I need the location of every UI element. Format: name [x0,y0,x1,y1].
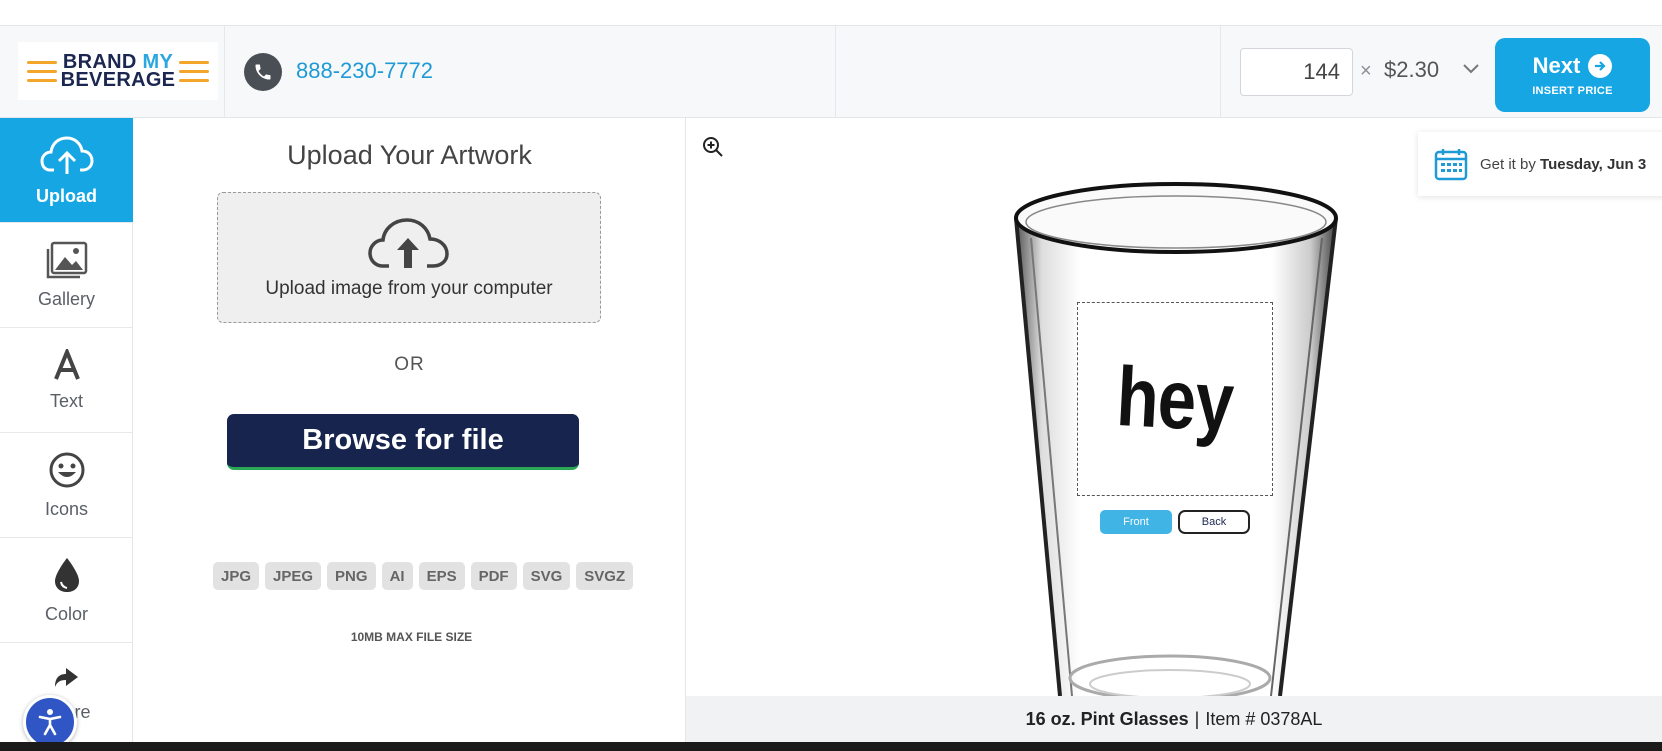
header-divider [835,26,836,118]
smiley-icon [49,452,84,487]
header-divider [1220,26,1221,118]
logo-text: BRAND MY BEVERAGE [60,51,176,91]
front-side-button[interactable]: Front [1100,510,1172,534]
arrow-right-icon [1588,54,1613,78]
file-format-badge: SVG [522,562,571,590]
sidebar-item-text[interactable]: Text [0,328,133,433]
cloud-upload-icon [368,217,449,268]
file-format-badge: PDF [470,562,517,590]
delivery-prefix: Get it by [1480,155,1536,173]
file-format-badge: SVGZ [576,562,634,590]
upload-drop-zone[interactable]: Upload image from your computer [217,192,601,323]
print-text[interactable]: hey [1114,348,1236,451]
cloud-upload-icon [39,135,94,174]
phone-icon[interactable] [244,53,282,91]
share-icon [54,668,78,687]
accessibility-icon[interactable] [23,695,77,742]
phone-number-link[interactable]: 888-230-7772 [296,58,433,84]
sidebar-item-label: Text [49,390,83,411]
logo-bars-right [179,60,210,82]
next-label: Next [1532,53,1581,78]
product-preview: Get it by Tuesday, Jun 3 hey Front Back … [686,118,1662,742]
unit-price: $2.30 [1384,57,1440,82]
upload-panel: Upload Your Artwork Upload image from yo… [133,118,686,742]
sidebar-item-label: Gallery [37,288,95,309]
designer-app: BRAND MY BEVERAGE 888-230-7772 × $2.30 N… [0,26,1662,742]
file-format-badge: PNG [327,562,376,590]
sidebar-item-gallery[interactable]: Gallery [0,223,133,328]
quantity-input[interactable] [1240,48,1353,96]
logo-bars-left [26,60,57,82]
delivery-estimate: Get it by Tuesday, Jun 3 [1418,132,1662,196]
next-sublabel: INSERT PRICE [1532,85,1613,97]
header: BRAND MY BEVERAGE 888-230-7772 × $2.30 N… [0,26,1662,118]
zoom-in-icon[interactable] [696,130,730,164]
file-format-badge: AI [381,562,413,590]
sidebar-item-label: Upload [36,185,97,206]
calendar-icon [1434,149,1468,181]
multiply-sign: × [1360,60,1372,82]
max-file-size: 10MB MAX FILE SIZE [350,630,473,644]
header-divider [224,26,225,118]
sidebar-item-upload[interactable]: Upload [0,118,133,223]
chevron-down-icon[interactable] [1458,56,1484,82]
gallery-icon [46,241,87,278]
sidebar-item-icons[interactable]: Icons [0,433,133,538]
drop-zone-label: Upload image from your computer [265,277,553,299]
brand-logo[interactable]: BRAND MY BEVERAGE [18,42,218,100]
sidebar-item-color[interactable]: Color [0,538,133,643]
droplet-icon [54,557,79,592]
browse-file-button[interactable]: Browse for file [227,414,579,470]
item-number: Item # 0378AL [1205,708,1323,729]
product-name: 16 oz. Pint Glasses [1025,708,1189,729]
item-separator: | [1194,708,1200,729]
file-format-list: JPG JPEG PNG AI EPS PDF SVG SVGZ [213,562,634,590]
or-divider: OR [394,354,425,375]
sidebar-item-label: Color [44,603,88,624]
file-format-badge: EPS [418,562,465,590]
browser-top-strip [0,0,1662,26]
print-area[interactable]: hey [1077,302,1273,496]
sidebar-item-label: Icons [44,498,89,519]
next-button[interactable]: Next INSERT PRICE [1495,38,1650,112]
file-format-badge: JPEG [265,562,322,590]
text-icon [53,348,80,380]
upload-title: Upload Your Artwork [287,140,532,170]
delivery-date: Tuesday, Jun 3 [1540,155,1647,173]
tool-sidebar: Upload Gallery Text Icons Color Share [0,118,133,742]
back-side-button[interactable]: Back [1178,510,1250,534]
product-info-bar: 16 oz. Pint Glasses | Item # 0378AL [686,696,1662,742]
file-format-badge: JPG [213,562,260,590]
